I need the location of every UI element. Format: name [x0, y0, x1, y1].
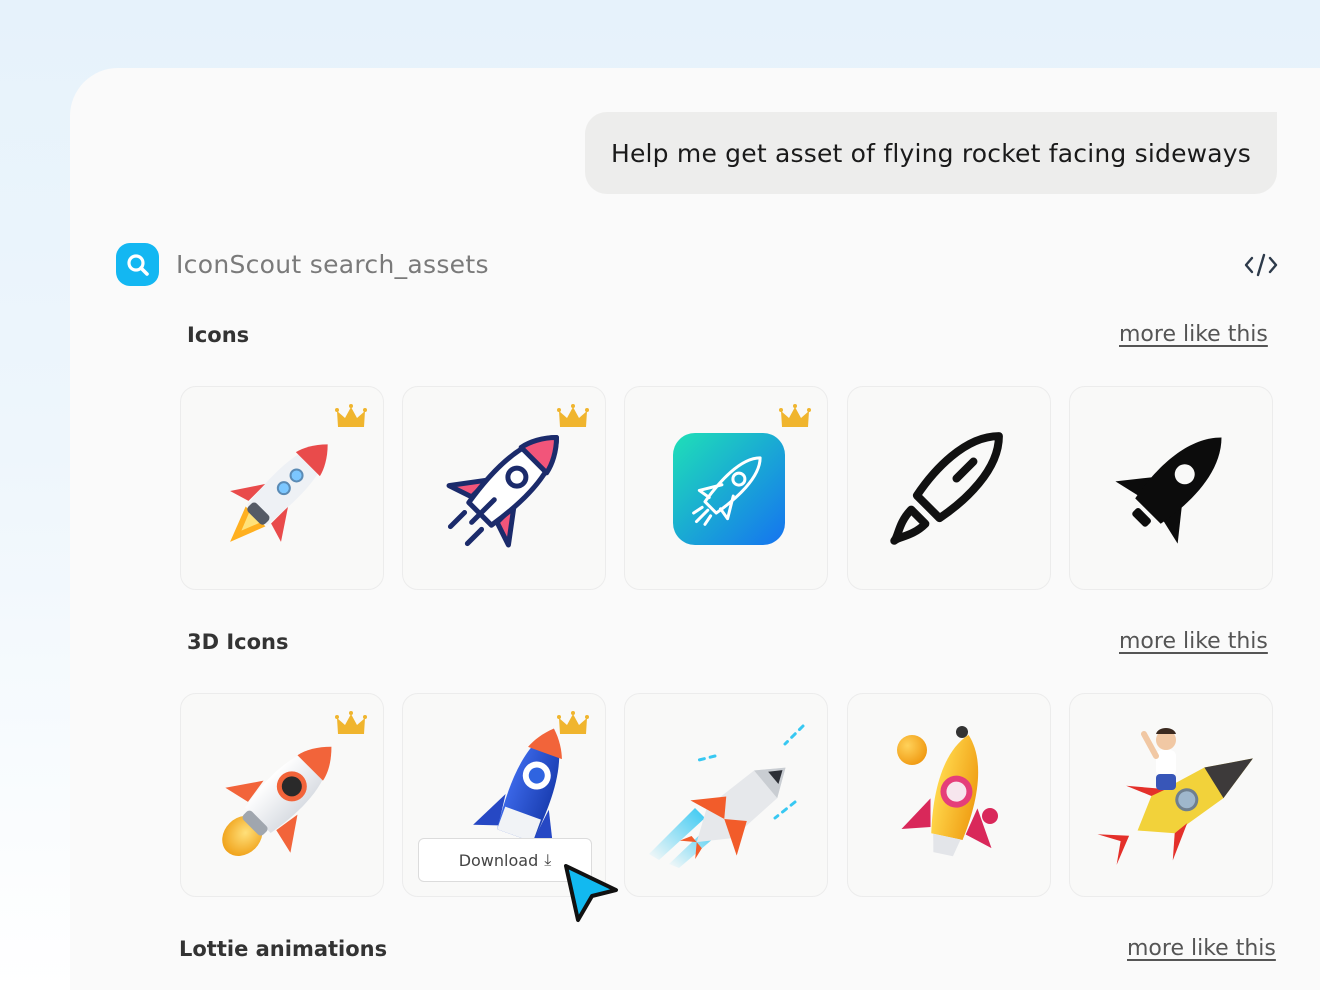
rocket-outline-icon	[890, 432, 1003, 545]
more-like-this-3d-icons-link[interactable]: more like this	[1119, 629, 1268, 654]
user-message-text: Help me get asset of flying rocket facin…	[610, 138, 1252, 168]
section-title-lottie: Lottie animations	[179, 937, 388, 961]
man-riding-rocket-3d	[1097, 728, 1253, 865]
more-like-this-icons-link[interactable]: more like this	[1119, 322, 1268, 347]
asset-card-rocket-outline[interactable]	[847, 386, 1051, 590]
asset-card-rocket-color[interactable]	[180, 386, 384, 590]
section-title-icons: Icons	[187, 323, 250, 347]
premium-crown-icon	[557, 711, 589, 734]
asset-card-man-riding-rocket-3d[interactable]	[1069, 693, 1273, 897]
tool-name: IconScout search_assets	[176, 250, 489, 279]
space-shuttle-3d	[649, 724, 805, 868]
search-icon	[116, 243, 159, 286]
download-label: Download	[458, 850, 539, 870]
mouse-pointer-icon	[564, 864, 618, 922]
asset-card-rocket-3d-orange[interactable]	[180, 693, 384, 897]
asset-card-rocket-lineal[interactable]	[402, 386, 606, 590]
rocket-solid-icon	[1115, 437, 1222, 544]
code-icon[interactable]	[1244, 252, 1278, 278]
download-arrow-icon: ⤓	[544, 850, 552, 869]
premium-crown-icon	[557, 404, 589, 427]
section-title-3d-icons: 3D Icons	[187, 630, 289, 654]
asset-card-rocket-solid[interactable]	[1069, 386, 1273, 590]
asset-card-space-shuttle-3d[interactable]	[624, 693, 828, 897]
more-like-this-lottie-link[interactable]: more like this	[1127, 936, 1276, 961]
tool-call-header: IconScout search_assets	[116, 243, 489, 286]
rocket-3d-yellow-planets	[897, 726, 998, 857]
asset-card-rocket-app-tile[interactable]	[624, 386, 828, 590]
asset-card-rocket-3d-yellow[interactable]	[847, 693, 1051, 897]
premium-crown-icon	[335, 404, 367, 427]
user-message-bubble: Help me get asset of flying rocket facin…	[585, 112, 1277, 194]
premium-crown-icon	[335, 711, 367, 734]
premium-crown-icon	[779, 404, 811, 427]
